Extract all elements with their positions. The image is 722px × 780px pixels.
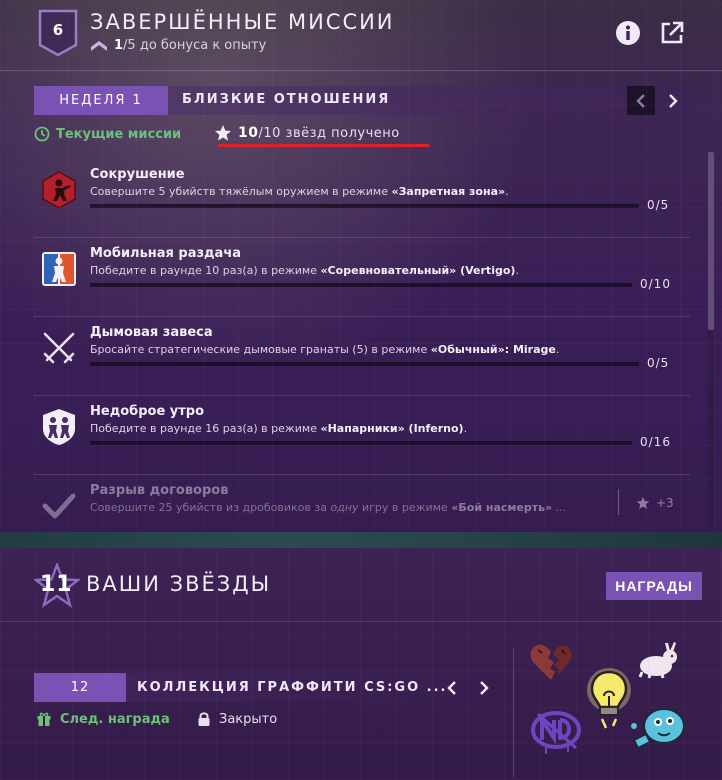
broken-heart-graffiti-icon [530, 644, 572, 680]
mission-reward-value: +3 [656, 496, 674, 510]
mission-title: Недоброе утро [90, 404, 205, 419]
current-missions-label: Текущие миссии [56, 126, 182, 142]
mission-desc-mode: «Обычный»: Mirage [430, 343, 556, 356]
mission-title: Дымовая завеса [90, 325, 213, 340]
chevron-right-icon [480, 680, 489, 695]
mission-desc-end: . [463, 422, 468, 435]
next-reward-label: След. награда [60, 711, 170, 727]
mission-progress: 0/5 [647, 356, 670, 370]
missions-panel: 6 ЗАВЕРШЁННЫЕ МИССИИ 1/5 до бонуса к опы… [0, 0, 722, 548]
next-week-button[interactable] [659, 86, 687, 115]
mission-title: Мобильная раздача [90, 246, 242, 261]
checkmark-icon [42, 493, 76, 519]
clock-icon [34, 126, 50, 142]
mission-desc-mid: игру в режиме [358, 501, 452, 514]
current-missions-tab[interactable]: Текущие миссии [34, 126, 181, 142]
mission-desc-mode: «Запретная зона» [391, 185, 506, 198]
mission-desc-text: Совершите 5 убийств тяжёлым оружием в ре… [90, 185, 392, 198]
bonus-progress: 1/5 до бонуса к опыту [90, 38, 266, 53]
bottom-divider [0, 621, 722, 622]
mission-progress-bar [90, 283, 632, 287]
mission-progress: 0/16 [640, 435, 671, 449]
mission-description: Совершите 5 убийств тяжёлым оружием в ре… [90, 185, 509, 198]
mission-title: Сокрушение [90, 167, 185, 182]
mission-desc-end: . [515, 264, 519, 277]
locked-label: Закрыто [219, 711, 278, 727]
collection-number: 12 [34, 673, 126, 702]
mission-reward: +3 [636, 496, 674, 510]
mission-desc-end: . [555, 343, 560, 356]
star-count: 11 [40, 572, 73, 597]
mission-description: Победите в раунде 16 раз(а) в режиме «На… [90, 422, 467, 435]
scrollbar-thumb[interactable] [708, 152, 714, 330]
week-name: БЛИЗКИЕ ОТНОШЕНИЯ [182, 92, 391, 107]
collection-name: КОЛЛЕКЦИЯ ГРАФФИТИ CS:GO ... [137, 680, 448, 695]
mission-item[interactable]: Мобильная раздача Победите в раунде 10 р… [34, 239, 690, 317]
stars-earned-rest: /10 звёзд получено [258, 126, 400, 141]
rank-chevron-icon [91, 40, 107, 51]
crossed-swords-icon [43, 332, 75, 364]
stars-earned: 10/10 звёзд получено [214, 124, 400, 142]
mission-desc-mode: «Бой насмерть» [451, 501, 553, 514]
next-collection-button[interactable] [470, 673, 498, 702]
mission-description: Победите в раунде 10 раз(а) в режиме «Со… [90, 264, 519, 277]
mission-desc-text: Бросайте стратегические дымовые гранаты … [90, 343, 431, 356]
lock-icon [198, 712, 210, 726]
chevron-left-icon [636, 93, 645, 108]
chevron-right-icon [669, 93, 678, 108]
week-tab[interactable]: НЕДЕЛЯ 1 [34, 86, 168, 115]
gift-icon [37, 712, 51, 726]
nd-tag-graffiti-icon [531, 711, 581, 754]
mission-desc-text: Победите в раунде 10 раз(а) в режиме [90, 264, 321, 277]
bonus-current: 1 [114, 38, 124, 53]
panel-separator [0, 532, 722, 548]
status-row: Текущие миссии [34, 124, 181, 144]
bonus-rest: /5 до бонуса к опыту [123, 38, 267, 53]
mission-desc-mode: «Соревновательный» (Vertigo) [320, 264, 516, 277]
mission-progress-bar [90, 204, 639, 208]
stars-earned-count: 10 [238, 125, 259, 141]
mission-desc-mode: «Напарники» (Inferno) [320, 422, 464, 435]
mission-description: Бросайте стратегические дымовые гранаты … [90, 343, 559, 356]
header-divider [0, 70, 722, 71]
mission-desc-text: Победите в раунде 16 раз(а) в режиме [90, 422, 321, 435]
stars-title: ВАШИ ЗВЁЗДЫ [86, 572, 272, 596]
reward-divider [618, 489, 619, 515]
mission-desc-end: . [505, 185, 509, 198]
mission-item[interactable]: Сокрушение Совершите 5 убийств тяжёлым о… [34, 160, 690, 238]
prev-week-button[interactable] [627, 86, 655, 115]
mission-desc-text: Совершите 25 убийств из дробовиков за [90, 501, 331, 514]
blue-creature-graffiti-icon [631, 708, 685, 750]
mission-desc-end: ... [552, 501, 567, 514]
highlight-underline [218, 144, 430, 147]
locked-status: Закрыто [197, 711, 277, 727]
mission-progress: 0/10 [640, 277, 671, 291]
mission-progress-bar [90, 441, 632, 445]
mission-description: Совершите 25 убийств из дробовиков за од… [90, 501, 566, 514]
level-number: 6 [52, 21, 64, 39]
mission-item[interactable]: Недоброе утро Победите в раунде 16 раз(а… [34, 397, 690, 475]
next-reward: След. награда [36, 711, 170, 727]
star-icon [215, 125, 231, 141]
info-icon[interactable] [615, 20, 641, 46]
mission-progress: 0/5 [647, 198, 670, 212]
prev-collection-button[interactable] [438, 673, 466, 702]
wingman-icon [43, 409, 75, 445]
mission-title: Разрыв договоров [90, 483, 229, 498]
mission-desc-italic: одну [330, 501, 359, 514]
graffiti-divider [513, 648, 514, 778]
rewards-button[interactable]: НАГРАДЫ [606, 572, 702, 600]
chevron-left-icon [447, 680, 456, 695]
competitive-icon [42, 252, 76, 286]
page-title: ЗАВЕРШЁННЫЕ МИССИИ [90, 10, 395, 34]
danger-zone-icon [42, 171, 76, 209]
star-icon [636, 496, 650, 509]
rabbit-graffiti-icon [638, 642, 677, 679]
external-link-icon[interactable] [659, 20, 685, 46]
mission-progress-bar [90, 362, 639, 366]
stars-panel: 11 ВАШИ ЗВЁЗДЫ НАГРАДЫ 12 КОЛЛЕКЦИЯ ГРАФ… [0, 548, 722, 780]
mission-item[interactable]: Дымовая завеса Бросайте стратегические д… [34, 318, 690, 396]
